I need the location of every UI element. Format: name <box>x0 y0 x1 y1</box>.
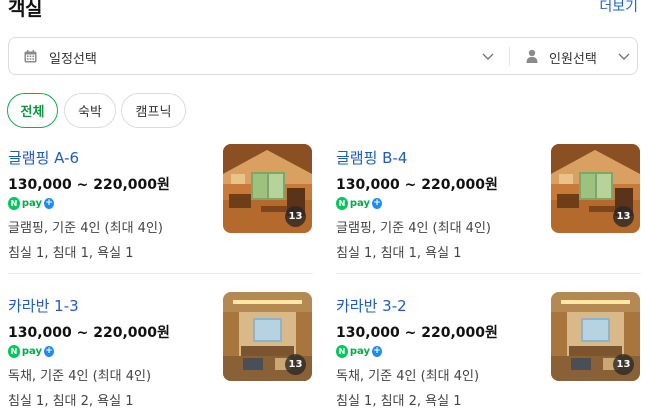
room-detail: 독채, 기준 4인 (최대 4인) <box>336 369 480 384</box>
plus-icon: + <box>371 346 382 357</box>
npay-label: pay <box>349 346 370 357</box>
npay-badge: N pay + <box>8 197 54 210</box>
date-select-button[interactable]: 일정선택 <box>49 48 97 67</box>
chevron-down-icon[interactable] <box>617 49 631 63</box>
npay-label: pay <box>21 198 42 209</box>
room-card[interactable]: 글램핑 B-4 130,000 ~ 220,000원 N pay + 글램핑, … <box>336 144 641 267</box>
room-facilities: 침실 1, 침대 2, 욕실 1 <box>336 394 462 409</box>
booking-selector: 일정선택 인원선택 <box>8 37 638 75</box>
room-price: 130,000 ~ 220,000원 <box>8 325 170 341</box>
photo-count-badge: 13 <box>285 206 306 227</box>
room-name[interactable]: 글램핑 A-6 <box>8 147 79 168</box>
npay-badge: N pay + <box>336 197 382 210</box>
room-price: 130,000 ~ 220,000원 <box>336 325 498 341</box>
filter-chip-campnic[interactable]: 캠프닉 <box>121 93 186 128</box>
plus-icon: + <box>371 198 382 209</box>
calendar-icon <box>24 50 37 63</box>
selector-divider <box>509 47 510 66</box>
card-divider <box>336 273 641 274</box>
section-title: 객실 <box>8 0 42 20</box>
room-facilities: 침실 1, 침대 1, 욕실 1 <box>8 246 134 261</box>
filter-chip-stay[interactable]: 숙박 <box>64 93 116 128</box>
room-detail: 독채, 기준 4인 (최대 4인) <box>8 369 152 384</box>
card-divider <box>8 273 313 274</box>
photo-count-badge: 13 <box>285 354 306 375</box>
npay-label: pay <box>21 346 42 357</box>
filter-chip-all[interactable]: 전체 <box>7 93 58 128</box>
person-icon <box>526 49 538 63</box>
room-card[interactable]: 카라반 1-3 130,000 ~ 220,000원 N pay + 독채, 기… <box>8 292 313 415</box>
room-photo[interactable]: 13 <box>223 292 312 381</box>
room-price: 130,000 ~ 220,000원 <box>8 177 170 193</box>
room-facilities: 침실 1, 침대 1, 욕실 1 <box>336 246 462 261</box>
npay-badge: N pay + <box>336 345 382 358</box>
room-facilities: 침실 1, 침대 2, 욕실 1 <box>8 394 134 409</box>
room-name[interactable]: 카라반 3-2 <box>336 295 407 316</box>
room-photo[interactable]: 13 <box>551 292 640 381</box>
npay-label: pay <box>349 198 370 209</box>
npay-logo-icon: N <box>336 345 348 358</box>
plus-icon: + <box>43 198 54 209</box>
room-price: 130,000 ~ 220,000원 <box>336 177 498 193</box>
room-name[interactable]: 카라반 1-3 <box>8 295 79 316</box>
plus-icon: + <box>43 346 54 357</box>
npay-logo-icon: N <box>336 197 348 210</box>
room-detail: 글램핑, 기준 4인 (최대 4인) <box>336 221 491 236</box>
more-link[interactable]: 더보기 <box>599 0 638 16</box>
chevron-down-icon[interactable] <box>481 49 495 63</box>
section-header: 객실 더보기 <box>8 0 638 20</box>
npay-logo-icon: N <box>8 345 20 358</box>
guest-select-button[interactable]: 인원선택 <box>549 48 597 67</box>
room-photo[interactable]: 13 <box>223 144 312 233</box>
room-name[interactable]: 글램핑 B-4 <box>336 147 407 168</box>
photo-count-badge: 13 <box>613 206 634 227</box>
room-detail: 글램핑, 기준 4인 (최대 4인) <box>8 221 163 236</box>
room-photo[interactable]: 13 <box>551 144 640 233</box>
photo-count-badge: 13 <box>613 354 634 375</box>
npay-badge: N pay + <box>8 345 54 358</box>
npay-logo-icon: N <box>8 197 20 210</box>
room-card[interactable]: 글램핑 A-6 130,000 ~ 220,000원 N pay + 글램핑, … <box>8 144 313 267</box>
room-card[interactable]: 카라반 3-2 130,000 ~ 220,000원 N pay + 독채, 기… <box>336 292 641 415</box>
